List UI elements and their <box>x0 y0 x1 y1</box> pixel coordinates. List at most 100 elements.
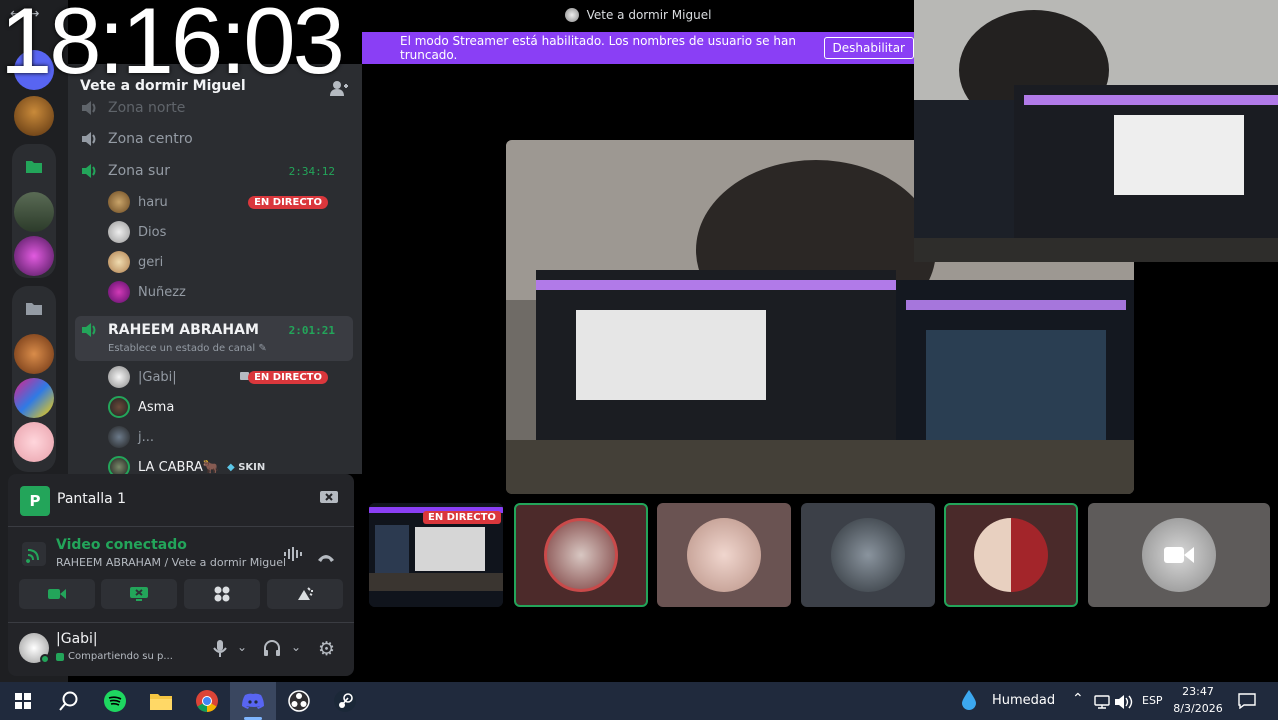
screen-status-icon <box>56 652 64 661</box>
connection-location[interactable]: RAHEEM ABRAHAM / Vete a dormir Miguel <box>56 556 286 569</box>
disable-streamer-button[interactable]: Deshabilitar <box>823 37 914 59</box>
live-badge: EN DIRECTO <box>423 511 501 524</box>
speaker-icon <box>82 101 96 115</box>
avatar <box>108 366 130 388</box>
voice-user[interactable]: Nuñezz <box>108 280 186 304</box>
voice-user[interactable]: j... <box>108 425 154 449</box>
chevron-down-icon[interactable]: ⌄ <box>291 640 301 654</box>
voice-waveform-icon[interactable] <box>284 546 302 565</box>
active-channel-header[interactable]: RAHEEM ABRAHAM 2:01:21 <box>82 318 352 342</box>
weather-label[interactable]: Humedad <box>992 693 1055 708</box>
taskbar-time[interactable]: 23:47 <box>1176 685 1220 698</box>
online-status-dot <box>40 654 50 664</box>
stream-title: Pantalla 1 <box>57 491 127 507</box>
channel-label: Zona sur <box>108 163 170 179</box>
user-status-text: Compartiendo su p... <box>68 651 173 662</box>
notifications-icon[interactable] <box>1238 693 1256 713</box>
signal-icon <box>22 542 46 570</box>
activities-icon <box>214 586 230 602</box>
channel-status[interactable]: Establece un estado de canal ✎ <box>108 343 267 354</box>
network-icon[interactable] <box>1094 694 1110 713</box>
chrome-icon[interactable] <box>184 682 230 720</box>
window-title: Vete a dormir Miguel <box>362 0 914 30</box>
language-indicator[interactable]: ESP <box>1142 694 1163 707</box>
headphones-icon[interactable] <box>263 640 281 660</box>
discord-icon[interactable] <box>230 682 276 720</box>
divider <box>8 622 354 623</box>
voice-user[interactable]: Asma <box>108 395 174 419</box>
skin-tag-label: SKIN <box>238 461 266 473</box>
user-name: |Gabi| <box>138 369 177 385</box>
spotify-icon[interactable] <box>92 682 138 720</box>
activities-button[interactable] <box>184 579 260 609</box>
camera-icon <box>1164 547 1194 563</box>
folder-icon[interactable] <box>14 288 54 328</box>
soundboard-button[interactable] <box>267 579 343 609</box>
speaker-icon <box>82 132 96 146</box>
participant-tile[interactable] <box>514 503 648 607</box>
avatar <box>108 221 130 243</box>
divider <box>8 526 354 527</box>
pip-frame <box>914 0 1278 262</box>
voice-user[interactable]: geri <box>108 250 163 274</box>
participant-tile[interactable] <box>1088 503 1270 607</box>
user-name: haru <box>138 194 168 210</box>
connection-status[interactable]: Video conectado <box>56 537 187 553</box>
channel-zona-centro[interactable]: Zona centro <box>82 127 193 151</box>
microphone-icon[interactable] <box>213 640 227 662</box>
voice-user[interactable]: haru EN DIRECTO <box>108 190 344 214</box>
volume-icon[interactable] <box>1115 694 1133 713</box>
channel-zona-sur[interactable]: Zona sur 2:34:12 <box>82 159 352 183</box>
screen-share-button[interactable] <box>101 579 177 609</box>
search-icon[interactable] <box>46 682 92 720</box>
server-icon-wolf[interactable] <box>14 192 54 232</box>
water-drop-icon[interactable] <box>962 690 976 714</box>
skin-tag: ◆ SKIN <box>227 462 265 473</box>
user-status[interactable]: Compartiendo su p... <box>56 651 173 662</box>
channel-status-text: Establece un estado de canal <box>108 343 256 354</box>
camera-button[interactable] <box>19 579 95 609</box>
chevron-down-icon[interactable]: ⌄ <box>237 640 247 654</box>
voice-user[interactable]: |Gabi| EN DIRECTO <box>108 365 344 389</box>
participant-avatar <box>544 518 618 592</box>
user-name: LA CABRA🐂 <box>138 459 220 475</box>
participant-tile[interactable] <box>801 503 935 607</box>
file-explorer-icon[interactable] <box>138 682 184 720</box>
obs-icon[interactable] <box>276 682 322 720</box>
server-icon-rk[interactable] <box>14 378 54 418</box>
avatar <box>108 251 130 273</box>
server-icon <box>564 8 579 22</box>
participant-tile[interactable] <box>944 503 1078 607</box>
participant-tile[interactable] <box>657 503 791 607</box>
user-name: j... <box>138 429 155 445</box>
server-icon-orb[interactable] <box>14 236 54 276</box>
user-name[interactable]: |Gabi| <box>56 631 98 647</box>
server-icon-monkey[interactable] <box>14 96 54 136</box>
server-icon-pink[interactable] <box>14 422 54 462</box>
taskbar-date[interactable]: 8/3/2026 <box>1168 702 1228 715</box>
settings-gear-icon[interactable]: ⚙ <box>318 638 335 660</box>
tray-expand-icon[interactable]: ⌃ <box>1072 691 1084 707</box>
stream-preview-tile[interactable]: EN DIRECTO <box>369 503 503 607</box>
live-badge: EN DIRECTO <box>248 195 328 209</box>
picture-in-picture-video[interactable] <box>914 0 1278 262</box>
live-badge: EN DIRECTO <box>248 370 328 384</box>
clock-overlay: 18:16:03 <box>0 0 345 93</box>
avatar <box>108 191 130 213</box>
avatar <box>108 396 130 418</box>
window-title-text: Vete a dormir Miguel <box>586 8 712 22</box>
disconnect-icon[interactable] <box>317 548 335 567</box>
voice-user[interactable]: Dios <box>108 220 166 244</box>
folder-icon[interactable] <box>14 146 54 186</box>
participant-avatar <box>974 518 1048 592</box>
speaker-icon <box>82 323 96 337</box>
soundboard-icon <box>298 587 313 600</box>
screen-share-icon <box>130 587 148 601</box>
stream-app-icon: P <box>20 486 50 516</box>
stop-stream-icon[interactable] <box>320 490 338 509</box>
channel-label: Zona norte <box>108 100 186 116</box>
steam-icon[interactable] <box>322 682 368 720</box>
windows-start-icon[interactable] <box>0 682 46 720</box>
channel-zona-norte[interactable]: Zona norte <box>82 96 185 120</box>
server-icon-fox[interactable] <box>14 334 54 374</box>
